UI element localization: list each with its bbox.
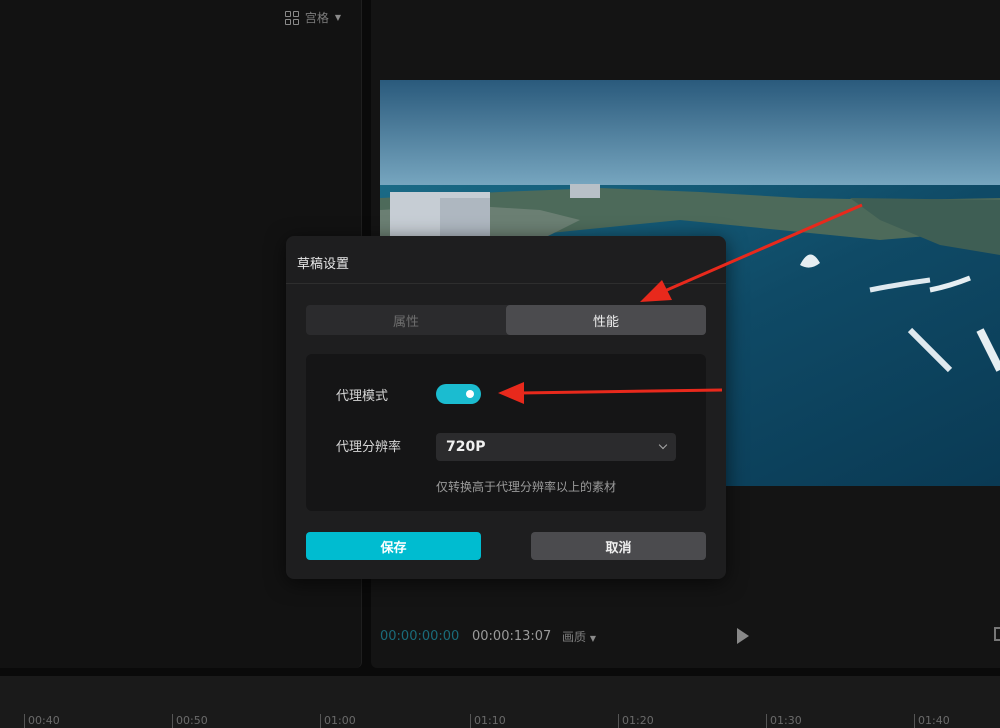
quality-label: 画质: [562, 629, 587, 644]
chevron-down-icon: [658, 440, 668, 450]
tab-properties[interactable]: 属性: [306, 305, 506, 335]
draft-settings-dialog: 草稿设置 属性 性能 代理模式 代理分辨率 720P 仅转换高于代理分辨率以上的…: [286, 236, 726, 579]
settings-tabs: 属性 性能: [306, 305, 706, 335]
caret-down-icon: ▼: [334, 13, 341, 22]
total-timecode: 00:00:13:07: [472, 628, 552, 644]
ruler-tick: 01:40: [914, 714, 950, 728]
ruler-tick: 01:30: [766, 714, 802, 728]
proxy-resolution-value: 720P: [446, 439, 486, 455]
timeline-ruler: 00:40 00:50 01:00 01:10 01:20 01:30 01:4…: [0, 714, 1000, 728]
ruler-tick: 01:20: [618, 714, 654, 728]
view-mode-label: 宫格: [304, 11, 329, 25]
dialog-title: 草稿设置: [297, 257, 350, 272]
ruler-tick: 01:10: [470, 714, 506, 728]
grid-view-icon: [284, 10, 299, 25]
proxy-resolution-select[interactable]: 720P: [436, 433, 676, 461]
cancel-button[interactable]: 取消: [531, 532, 706, 560]
tab-performance[interactable]: 性能: [506, 305, 706, 335]
fullscreen-icon[interactable]: [994, 627, 1000, 641]
timeline: 00:40 00:50 01:00 01:10 01:20 01:30 01:4…: [0, 676, 1000, 728]
play-icon[interactable]: [737, 628, 749, 644]
proxy-mode-toggle[interactable]: [436, 384, 481, 404]
toggle-knob: [466, 390, 474, 398]
caret-down-icon: ▼: [589, 633, 596, 643]
view-mode-toggle[interactable]: 宫格 ▼: [284, 9, 341, 26]
current-timecode: 00:00:00:00: [380, 628, 460, 644]
proxy-hint: 仅转换高于代理分辨率以上的素材: [436, 480, 617, 494]
proxy-resolution-label: 代理分辨率: [336, 440, 402, 455]
quality-dropdown[interactable]: 画质 ▼: [562, 628, 596, 645]
performance-settings: 代理模式 代理分辨率 720P 仅转换高于代理分辨率以上的素材: [306, 354, 706, 511]
ruler-tick: 00:40: [24, 714, 60, 728]
save-button[interactable]: 保存: [306, 532, 481, 560]
divider: [286, 283, 726, 284]
player-controls: 00:00:00:00 00:00:13:07 画质 ▼: [380, 624, 1000, 648]
ruler-tick: 01:00: [320, 714, 356, 728]
proxy-mode-label: 代理模式: [336, 389, 389, 404]
ruler-tick: 00:50: [172, 714, 208, 728]
